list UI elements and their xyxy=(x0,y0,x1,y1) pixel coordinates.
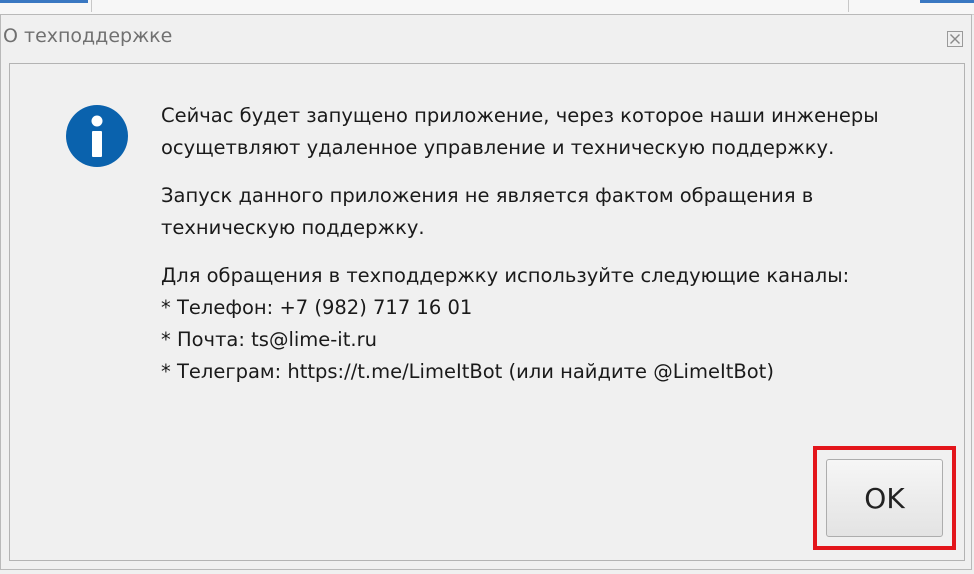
dialog-titlebar[interactable]: О техподдержке xyxy=(1,15,971,61)
parent-window-edge xyxy=(0,0,974,15)
parent-window-accent-right xyxy=(920,0,974,3)
close-icon[interactable] xyxy=(945,29,965,49)
parent-window-accent-left xyxy=(0,0,88,3)
dialog-message: Сейчас будет запущено приложение, через … xyxy=(161,100,951,388)
dialog-content: Сейчас будет запущено приложение, через … xyxy=(9,63,965,561)
message-paragraph: Сейчас будет запущено приложение, через … xyxy=(161,104,879,159)
info-icon xyxy=(65,104,129,168)
support-dialog: О техподдержке Сейчас будет запущено при… xyxy=(0,14,972,570)
parent-window-divider xyxy=(91,0,92,12)
ok-button-highlight: OK xyxy=(813,446,956,550)
parent-window-divider xyxy=(848,0,849,12)
dialog-title: О техподдержке xyxy=(3,25,173,47)
message-paragraph: Запуск данного приложения не является фа… xyxy=(161,184,814,239)
message-paragraph: Для обращения в техподдержку используйте… xyxy=(161,264,850,383)
ok-button[interactable]: OK xyxy=(826,459,943,537)
